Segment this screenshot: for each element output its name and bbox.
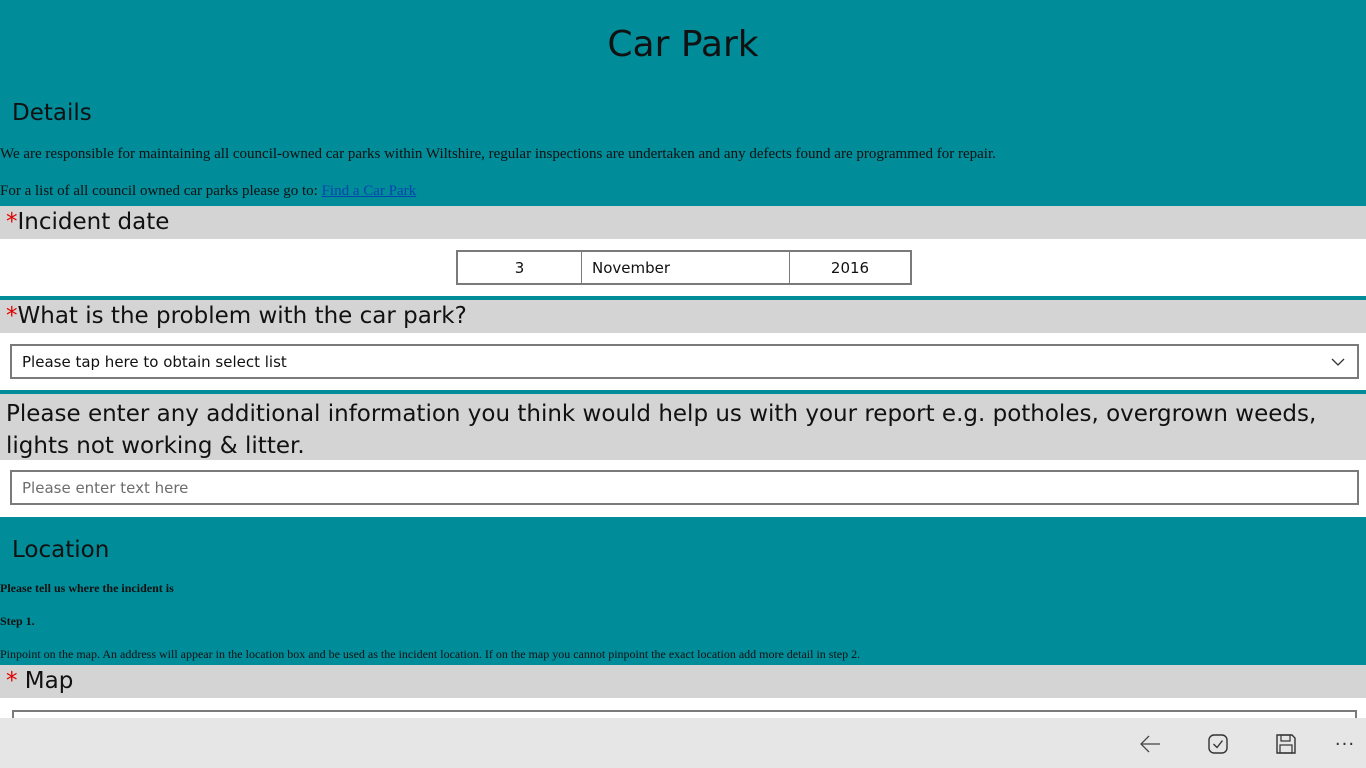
incident-date-header: *Incident date [0,206,1366,239]
car-park-list-prefix: For a list of all council owned car park… [0,183,322,199]
more-icon: ··· [1334,733,1356,755]
more-button[interactable]: ··· [1330,729,1360,759]
required-mark: * [6,303,18,329]
details-paragraph: We are responsible for maintaining all c… [0,146,996,162]
date-day[interactable]: 3 [458,252,582,283]
incident-date-label: *Incident date [6,209,169,235]
problem-header: *What is the problem with the car park? [0,300,1366,333]
details-heading: Details [12,100,92,126]
save-button[interactable] [1271,729,1301,759]
submit-button[interactable] [1203,729,1233,759]
map-header: * Map [0,665,1366,698]
map-label-text: Map [17,668,74,694]
required-mark: * [6,668,18,694]
date-year[interactable]: 2016 [790,252,910,283]
map-label: * Map [6,668,73,694]
problem-select-value: Please tap here to obtain select list [22,352,287,371]
problem-select[interactable]: Please tap here to obtain select list [10,344,1359,379]
find-car-park-link[interactable]: Find a Car Park [322,183,417,199]
location-step: Step 1. [0,614,35,628]
chevron-down-icon [1331,358,1345,366]
required-mark: * [6,209,18,235]
additional-info-input[interactable] [10,470,1359,505]
additional-info-header: Please enter any additional information … [0,394,1366,460]
save-icon [1276,734,1296,754]
problem-label-text: What is the problem with the car park? [17,303,467,329]
car-park-list-text: For a list of all council owned car park… [0,183,416,200]
back-arrow-icon [1140,735,1160,753]
check-circle-icon [1208,734,1228,754]
incident-date-label-text: Incident date [17,209,170,235]
app-bar: ··· [0,718,1366,768]
location-heading: Location [12,537,110,563]
incident-date-picker[interactable]: 3 November 2016 [456,250,912,285]
location-instructions: Pinpoint on the map. An address will app… [0,647,861,661]
date-month[interactable]: November [582,252,790,283]
problem-label: *What is the problem with the car park? [6,303,467,329]
additional-info-label: Please enter any additional information … [6,401,1317,459]
location-intro: Please tell us where the incident is [0,581,174,595]
page-title: Car Park [607,24,759,65]
back-button[interactable] [1135,729,1165,759]
